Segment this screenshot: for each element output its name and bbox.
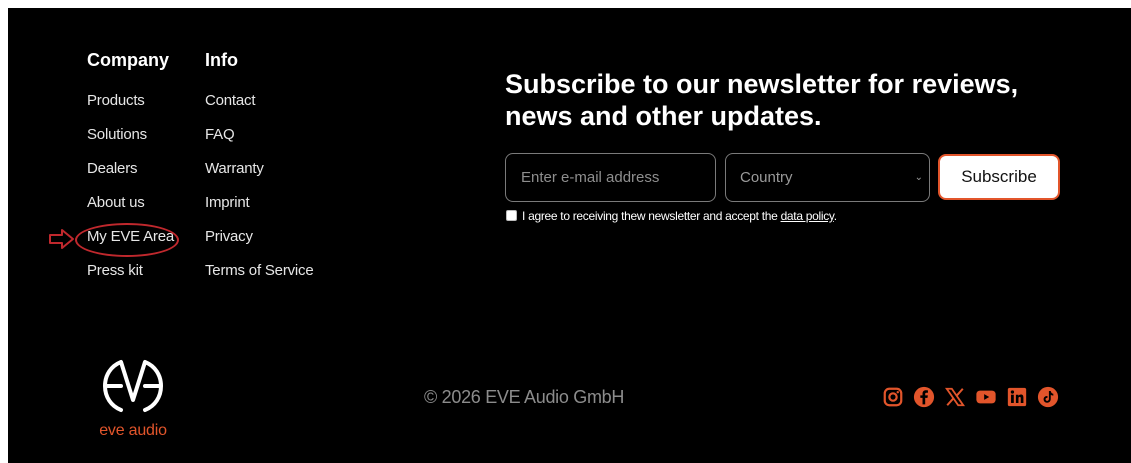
link-imprint[interactable]: Imprint	[205, 194, 314, 228]
consent-checkbox[interactable]	[506, 210, 517, 221]
link-warranty[interactable]: Warranty	[205, 160, 314, 194]
data-policy-link[interactable]: data policy	[781, 209, 834, 223]
consent-row: I agree to receiving thew newsletter and…	[506, 209, 837, 223]
info-heading: Info	[205, 50, 238, 70]
link-terms-of-service[interactable]: Terms of Service	[205, 262, 314, 296]
company-links: Products Solutions Dealers About us My E…	[87, 92, 174, 296]
copyright: © 2026 EVE Audio GmbH	[424, 387, 625, 407]
social-links	[882, 386, 1059, 410]
facebook-icon[interactable]	[913, 386, 935, 408]
newsletter-title: Subscribe to our newsletter for reviews,…	[505, 69, 1019, 131]
chevron-down-icon: ⌄	[914, 172, 923, 183]
country-select[interactable]: Country ⌄	[725, 153, 930, 202]
info-links: Contact FAQ Warranty Imprint Privacy Ter…	[205, 92, 314, 296]
eve-audio-logo[interactable]: eve audio	[88, 352, 178, 444]
x-icon[interactable]	[944, 386, 966, 408]
email-input[interactable]	[505, 153, 716, 202]
site-footer: Company Products Solutions Dealers About…	[8, 8, 1131, 463]
consent-text: I agree to receiving thew newsletter and…	[522, 209, 781, 223]
country-select-value: Country	[740, 169, 793, 186]
tiktok-icon[interactable]	[1037, 386, 1059, 408]
company-column: Company Products Solutions Dealers About…	[87, 48, 174, 296]
youtube-icon[interactable]	[975, 386, 997, 408]
subscribe-button[interactable]: Subscribe	[938, 154, 1060, 200]
logo-text: eve audio	[99, 422, 167, 439]
link-press-kit[interactable]: Press kit	[87, 262, 174, 296]
instagram-icon[interactable]	[882, 386, 904, 408]
highlight-arrow-icon	[49, 229, 74, 249]
linkedin-icon[interactable]	[1006, 386, 1028, 408]
link-solutions[interactable]: Solutions	[87, 126, 174, 160]
link-products[interactable]: Products	[87, 92, 174, 126]
info-column: Info Contact FAQ Warranty Imprint Privac…	[205, 48, 314, 296]
link-contact[interactable]: Contact	[205, 92, 314, 126]
highlight-circle	[75, 223, 179, 257]
company-heading: Company	[87, 50, 170, 70]
link-privacy[interactable]: Privacy	[205, 228, 314, 262]
consent-end: .	[833, 209, 837, 223]
link-faq[interactable]: FAQ	[205, 126, 314, 160]
link-dealers[interactable]: Dealers	[87, 160, 174, 194]
eve-logo-icon	[102, 360, 164, 412]
